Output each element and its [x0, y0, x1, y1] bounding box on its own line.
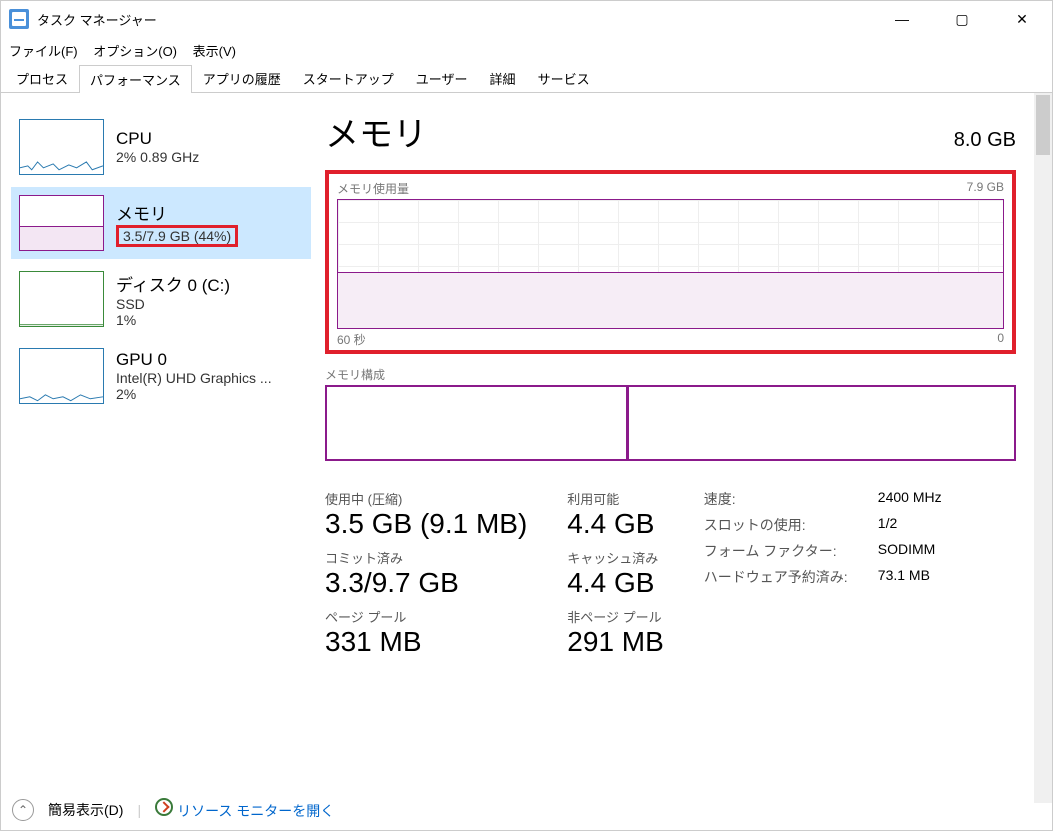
tab-performance[interactable]: パフォーマンス [79, 65, 192, 93]
sidebar: CPU 2% 0.89 GHz メモリ 3.5/7.9 GB (44%) ディス… [1, 93, 321, 803]
fewer-details-chevron-icon[interactable]: ⌃ [12, 799, 34, 821]
gpu-title: GPU 0 [116, 350, 272, 370]
vertical-scrollbar[interactable]: ▴ [1034, 93, 1052, 803]
hw-reserved-value: 73.1 MB [878, 567, 930, 587]
speed-label: 速度: [704, 489, 854, 509]
memory-stats: 使用中 (圧縮) 3.5 GB (9.1 MB) コミット済み 3.3/9.7 … [325, 489, 1016, 658]
nonpaged-pool-label: 非ページ プール [567, 607, 664, 626]
form-factor-label: フォーム ファクター: [704, 541, 854, 561]
paged-pool-value: 331 MB [325, 626, 527, 658]
menu-options[interactable]: オプション(O) [93, 44, 177, 59]
memory-composition-bar [325, 385, 1016, 461]
composition-label: メモリ構成 [325, 366, 1016, 383]
sidebar-item-gpu[interactable]: GPU 0 Intel(R) UHD Graphics ... 2% [11, 340, 311, 412]
slots-value: 1/2 [878, 515, 897, 535]
window-title: タスク マネージャー [37, 10, 872, 29]
composition-free-segment [629, 387, 1014, 459]
minimize-button[interactable]: — [872, 1, 932, 37]
menu-bar: ファイル(F) オプション(O) 表示(V) [1, 37, 1052, 64]
committed-label: コミット済み [325, 548, 527, 567]
menu-view[interactable]: 表示(V) [193, 44, 236, 59]
paged-pool-label: ページ プール [325, 607, 527, 626]
close-button[interactable]: ✕ [992, 1, 1052, 37]
gpu-thumbnail-graph [19, 348, 104, 404]
tab-startup[interactable]: スタートアップ [292, 64, 405, 92]
footer-bar: ⌃ 簡易表示(D) | リソース モニターを開く [12, 798, 1041, 821]
cpu-usage: 2% 0.89 GHz [116, 149, 199, 165]
in-use-label: 使用中 (圧縮) [325, 489, 527, 508]
memory-usage-chart [337, 199, 1004, 329]
tab-details[interactable]: 詳細 [479, 64, 527, 92]
form-factor-value: SODIMM [878, 541, 936, 561]
cached-label: キャッシュ済み [567, 548, 664, 567]
available-label: 利用可能 [567, 489, 664, 508]
maximize-button[interactable]: ▢ [932, 1, 992, 37]
chart-ymax: 7.9 GB [967, 180, 1004, 197]
cpu-title: CPU [116, 129, 199, 149]
in-use-value: 3.5 GB (9.1 MB) [325, 508, 527, 540]
chart-xaxis-left: 60 秒 [337, 331, 366, 348]
memory-usage-chart-highlight: メモリ使用量 7.9 GB 60 秒 0 [325, 170, 1016, 354]
fewer-details-link[interactable]: 簡易表示(D) [48, 800, 123, 820]
memory-usage-highlight: 3.5/7.9 GB (44%) [116, 225, 238, 247]
menu-file[interactable]: ファイル(F) [9, 44, 78, 59]
resource-monitor-link[interactable]: リソース モニターを開く [155, 798, 334, 821]
committed-value: 3.3/9.7 GB [325, 567, 527, 599]
tab-processes[interactable]: プロセス [5, 64, 79, 92]
memory-total: 8.0 GB [954, 129, 1016, 152]
disk-usage: 1% [116, 312, 230, 328]
disk-type: SSD [116, 296, 230, 312]
sidebar-item-memory[interactable]: メモリ 3.5/7.9 GB (44%) [11, 187, 311, 259]
sidebar-item-cpu[interactable]: CPU 2% 0.89 GHz [11, 111, 311, 183]
chart-xaxis-right: 0 [997, 331, 1004, 348]
resource-monitor-icon [155, 798, 173, 816]
composition-used-segment [327, 387, 629, 459]
chart-usage-label: メモリ使用量 [337, 180, 409, 197]
memory-usage: 3.5/7.9 GB (44%) [116, 225, 238, 247]
available-value: 4.4 GB [567, 508, 664, 540]
gpu-usage: 2% [116, 386, 272, 402]
main-panel: メモリ 8.0 GB メモリ使用量 7.9 GB 60 秒 0 メモリ構成 [321, 93, 1052, 803]
cached-value: 4.4 GB [567, 567, 664, 599]
disk-thumbnail-graph [19, 271, 104, 327]
speed-value: 2400 MHz [878, 489, 942, 509]
nonpaged-pool-value: 291 MB [567, 626, 664, 658]
tab-services[interactable]: サービス [527, 64, 601, 92]
scrollbar-thumb[interactable] [1036, 95, 1050, 155]
memory-thumbnail-graph [19, 195, 104, 251]
tab-users[interactable]: ユーザー [405, 64, 479, 92]
slots-label: スロットの使用: [704, 515, 854, 535]
footer-divider: | [137, 802, 141, 818]
sidebar-item-disk[interactable]: ディスク 0 (C:) SSD 1% [11, 263, 311, 336]
page-title: メモリ [325, 107, 427, 156]
task-manager-icon [9, 9, 29, 29]
gpu-name: Intel(R) UHD Graphics ... [116, 370, 272, 386]
memory-title: メモリ [116, 200, 238, 225]
disk-title: ディスク 0 (C:) [116, 271, 230, 296]
cpu-thumbnail-graph [19, 119, 104, 175]
title-bar: タスク マネージャー — ▢ ✕ [1, 1, 1052, 37]
tab-app-history[interactable]: アプリの履歴 [192, 64, 292, 92]
tab-bar: プロセス パフォーマンス アプリの履歴 スタートアップ ユーザー 詳細 サービス [1, 64, 1052, 93]
hw-reserved-label: ハードウェア予約済み: [704, 567, 854, 587]
